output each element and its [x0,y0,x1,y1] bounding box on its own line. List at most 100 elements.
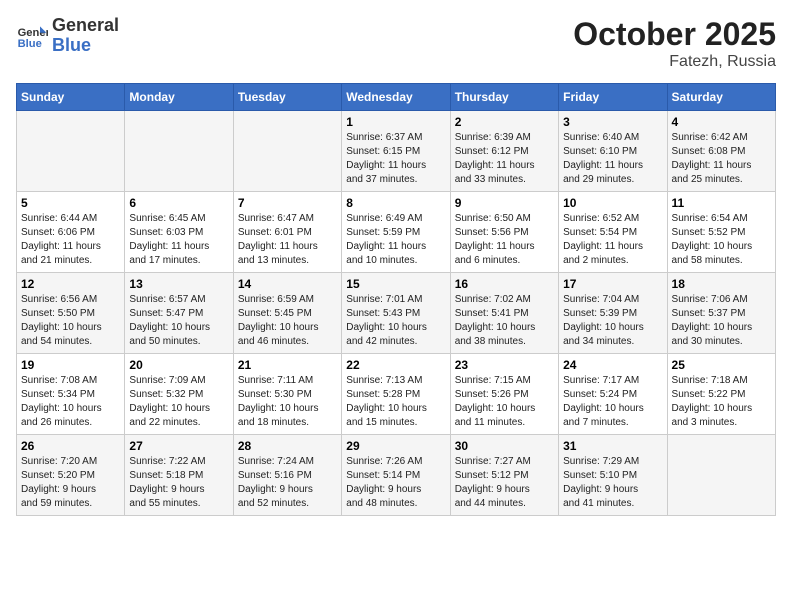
day-cell: 14 Sunrise: 6:59 AM Sunset: 5:45 PM Dayli… [233,273,341,354]
day-cell: 20Sunrise: 7:09 AM Sunset: 5:32 PM Dayli… [125,354,233,435]
header-cell-monday: Monday [125,84,233,111]
day-content: Sunrise: 7:22 AM Sunset: 5:18 PM Dayligh… [129,455,228,511]
day-number: 16 [455,277,554,291]
day-content: Sunrise: 6:47 AM Sunset: 6:01 PM Dayligh… [238,212,337,268]
day-number: 11 [672,196,771,210]
day-cell: 19 Sunrise: 7:08 AM Sunset: 5:34 PM Dayli… [17,354,125,435]
day-content: Sunrise: 6:45 AM Sunset: 6:03 PM Dayligh… [129,212,228,268]
day-number: 19 [21,358,120,372]
logo: General Blue General Blue [16,16,119,56]
day-number: 24 [563,358,662,372]
day-cell: 10 Sunrise: 6:52 AM Sunset: 5:54 PM Dayli… [559,192,667,273]
day-number: 15 [346,277,445,291]
day-cell: 1Sunrise: 6:37 AM Sunset: 6:15 PM Daylig… [342,111,450,192]
day-number: 7 [238,196,337,210]
day-content: Sunrise: 6:42 AM Sunset: 6:08 PM Dayligh… [672,131,771,187]
day-cell: 13 Sunrise: 6:57 AM Sunset: 5:47 PM Dayli… [125,273,233,354]
day-cell: 30 Sunrise: 7:27 AM Sunset: 5:12 PM Dayli… [450,435,558,516]
day-content: Sunrise: 6:56 AM Sunset: 5:50 PM Dayligh… [21,293,120,349]
logo-text: General Blue [52,16,119,56]
day-number: 22 [346,358,445,372]
day-content: Sunrise: 7:24 AM Sunset: 5:16 PM Dayligh… [238,455,337,511]
day-content: Sunrise: 6:52 AM Sunset: 5:54 PM Dayligh… [563,212,662,268]
day-content: Sunrise: 6:44 AM Sunset: 6:06 PM Dayligh… [21,212,120,268]
day-content: Sunrise: 6:39 AM Sunset: 6:12 PM Dayligh… [455,131,554,187]
day-number: 28 [238,439,337,453]
day-content: Sunrise: 7:27 AM Sunset: 5:12 PM Dayligh… [455,455,554,511]
day-number: 25 [672,358,771,372]
day-content: Sunrise: 7:08 AM Sunset: 5:34 PM Dayligh… [21,374,120,430]
day-content: Sunrise: 6:54 AM Sunset: 5:52 PM Dayligh… [672,212,771,268]
day-content: Sunrise: 6:50 AM Sunset: 5:56 PM Dayligh… [455,212,554,268]
day-number: 14 [238,277,337,291]
day-content: Sunrise: 7:17 AM Sunset: 5:24 PM Dayligh… [563,374,662,430]
day-cell: 28 Sunrise: 7:24 AM Sunset: 5:16 PM Dayli… [233,435,341,516]
week-row-5: 26 Sunrise: 7:20 AM Sunset: 5:20 PM Dayli… [17,435,776,516]
day-cell: 4 Sunrise: 6:42 AM Sunset: 6:08 PM Daylig… [667,111,775,192]
day-number: 29 [346,439,445,453]
day-cell: 8 Sunrise: 6:49 AM Sunset: 5:59 PM Daylig… [342,192,450,273]
day-number: 30 [455,439,554,453]
day-number: 3 [563,115,662,129]
day-number: 6 [129,196,228,210]
day-cell: 11 Sunrise: 6:54 AM Sunset: 5:52 PM Dayli… [667,192,775,273]
header-cell-friday: Friday [559,84,667,111]
day-number: 13 [129,277,228,291]
day-number: 18 [672,277,771,291]
day-number: 26 [21,439,120,453]
day-content: Sunrise: 7:06 AM Sunset: 5:37 PM Dayligh… [672,293,771,349]
day-cell: 24 Sunrise: 7:17 AM Sunset: 5:24 PM Dayli… [559,354,667,435]
day-content: Sunrise: 7:04 AM Sunset: 5:39 PM Dayligh… [563,293,662,349]
day-number: 10 [563,196,662,210]
logo-icon: General Blue [16,20,48,52]
day-cell: 22 Sunrise: 7:13 AM Sunset: 5:28 PM Dayli… [342,354,450,435]
day-cell: 5 Sunrise: 6:44 AM Sunset: 6:06 PM Daylig… [17,192,125,273]
week-row-1: 1Sunrise: 6:37 AM Sunset: 6:15 PM Daylig… [17,111,776,192]
day-content: Sunrise: 7:09 AM Sunset: 5:32 PM Dayligh… [129,374,228,430]
day-cell: 7 Sunrise: 6:47 AM Sunset: 6:01 PM Daylig… [233,192,341,273]
day-cell: 25 Sunrise: 7:18 AM Sunset: 5:22 PM Dayli… [667,354,775,435]
day-number: 21 [238,358,337,372]
day-content: Sunrise: 6:59 AM Sunset: 5:45 PM Dayligh… [238,293,337,349]
day-cell: 26 Sunrise: 7:20 AM Sunset: 5:20 PM Dayli… [17,435,125,516]
day-cell: 18 Sunrise: 7:06 AM Sunset: 5:37 PM Dayli… [667,273,775,354]
day-number: 9 [455,196,554,210]
day-number: 8 [346,196,445,210]
header-row: SundayMondayTuesdayWednesdayThursdayFrid… [17,84,776,111]
day-cell: 31 Sunrise: 7:29 AM Sunset: 5:10 PM Dayli… [559,435,667,516]
day-number: 27 [129,439,228,453]
day-content: Sunrise: 6:40 AM Sunset: 6:10 PM Dayligh… [563,131,662,187]
week-row-2: 5 Sunrise: 6:44 AM Sunset: 6:06 PM Daylig… [17,192,776,273]
day-cell: 21 Sunrise: 7:11 AM Sunset: 5:30 PM Dayli… [233,354,341,435]
day-content: Sunrise: 7:20 AM Sunset: 5:20 PM Dayligh… [21,455,120,511]
day-content: Sunrise: 6:49 AM Sunset: 5:59 PM Dayligh… [346,212,445,268]
day-cell: 29 Sunrise: 7:26 AM Sunset: 5:14 PM Dayli… [342,435,450,516]
header-cell-thursday: Thursday [450,84,558,111]
day-number: 2 [455,115,554,129]
svg-text:Blue: Blue [18,38,42,50]
day-number: 5 [21,196,120,210]
day-content: Sunrise: 7:11 AM Sunset: 5:30 PM Dayligh… [238,374,337,430]
day-content: Sunrise: 7:18 AM Sunset: 5:22 PM Dayligh… [672,374,771,430]
day-cell [17,111,125,192]
day-content: Sunrise: 7:13 AM Sunset: 5:28 PM Dayligh… [346,374,445,430]
header-cell-tuesday: Tuesday [233,84,341,111]
svg-text:General: General [18,27,48,39]
day-cell [667,435,775,516]
month-title: October 2025 [573,16,776,53]
day-number: 4 [672,115,771,129]
day-number: 17 [563,277,662,291]
day-cell [233,111,341,192]
week-row-3: 12 Sunrise: 6:56 AM Sunset: 5:50 PM Dayli… [17,273,776,354]
day-number: 12 [21,277,120,291]
day-cell: 17 Sunrise: 7:04 AM Sunset: 5:39 PM Dayli… [559,273,667,354]
day-content: Sunrise: 7:02 AM Sunset: 5:41 PM Dayligh… [455,293,554,349]
day-number: 31 [563,439,662,453]
day-content: Sunrise: 7:15 AM Sunset: 5:26 PM Dayligh… [455,374,554,430]
location-subtitle: Fatezh, Russia [573,53,776,71]
header-cell-sunday: Sunday [17,84,125,111]
day-content: Sunrise: 6:57 AM Sunset: 5:47 PM Dayligh… [129,293,228,349]
day-content: Sunrise: 7:29 AM Sunset: 5:10 PM Dayligh… [563,455,662,511]
day-cell [125,111,233,192]
day-content: Sunrise: 7:26 AM Sunset: 5:14 PM Dayligh… [346,455,445,511]
